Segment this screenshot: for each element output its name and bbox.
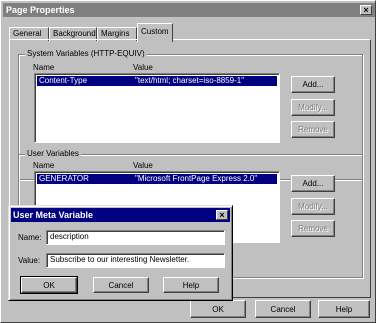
page-properties-window: Page Properties × General Background Mar… xyxy=(0,0,376,323)
dialog-close-icon[interactable]: × xyxy=(216,210,228,220)
tab-custom[interactable]: Custom xyxy=(137,23,173,42)
name-field[interactable]: description xyxy=(46,230,225,245)
cancel-button[interactable]: Cancel xyxy=(255,300,311,318)
user-row-value: "Microsoft FrontPage Express 2.0" xyxy=(135,174,258,183)
user-variables-legend: User Variables xyxy=(25,149,81,159)
system-variables-list[interactable]: Content-Type "text/html; charset=iso-885… xyxy=(34,73,280,143)
dialog-titlebar[interactable]: User Meta Variable × xyxy=(11,208,230,222)
system-remove-button[interactable]: Remove xyxy=(291,121,335,138)
user-name-column-header: Name xyxy=(33,161,55,170)
user-row-name: GENERATOR xyxy=(39,174,89,183)
window-titlebar[interactable]: Page Properties × xyxy=(3,3,375,17)
user-value-column-header: Value xyxy=(133,161,153,170)
dialog-cancel-button[interactable]: Cancel xyxy=(93,277,149,293)
system-add-button[interactable]: Add... xyxy=(291,76,335,93)
system-modify-button[interactable]: Modify... xyxy=(291,99,335,116)
user-remove-button[interactable]: Remove xyxy=(291,220,335,237)
value-label: Value: xyxy=(18,256,41,265)
table-row[interactable]: Content-Type "text/html; charset=iso-885… xyxy=(37,76,277,86)
user-meta-variable-dialog: User Meta Variable × Name: description V… xyxy=(8,205,233,301)
ok-button[interactable]: OK xyxy=(190,300,246,318)
system-value-column-header: Value xyxy=(133,63,153,72)
dialog-ok-button[interactable]: OK xyxy=(20,276,78,294)
window-title: Page Properties xyxy=(6,5,75,15)
help-button[interactable]: Help xyxy=(318,300,370,318)
system-row-value: "text/html; charset=iso-8859-1" xyxy=(135,76,245,85)
system-name-column-header: Name xyxy=(33,63,55,72)
system-row-name: Content-Type xyxy=(39,76,88,85)
name-label: Name: xyxy=(18,233,42,242)
close-icon[interactable]: × xyxy=(360,5,372,15)
user-add-button[interactable]: Add... xyxy=(291,175,335,192)
table-row[interactable]: GENERATOR "Microsoft FrontPage Express 2… xyxy=(37,174,277,184)
user-modify-button[interactable]: Modify... xyxy=(291,198,335,215)
dialog-title: User Meta Variable xyxy=(13,210,94,220)
value-field[interactable]: Subscribe to our interesting Newsletter. xyxy=(46,253,225,268)
dialog-help-button[interactable]: Help xyxy=(163,277,219,293)
system-variables-legend: System Variables (HTTP-EQUIV) xyxy=(25,49,147,59)
